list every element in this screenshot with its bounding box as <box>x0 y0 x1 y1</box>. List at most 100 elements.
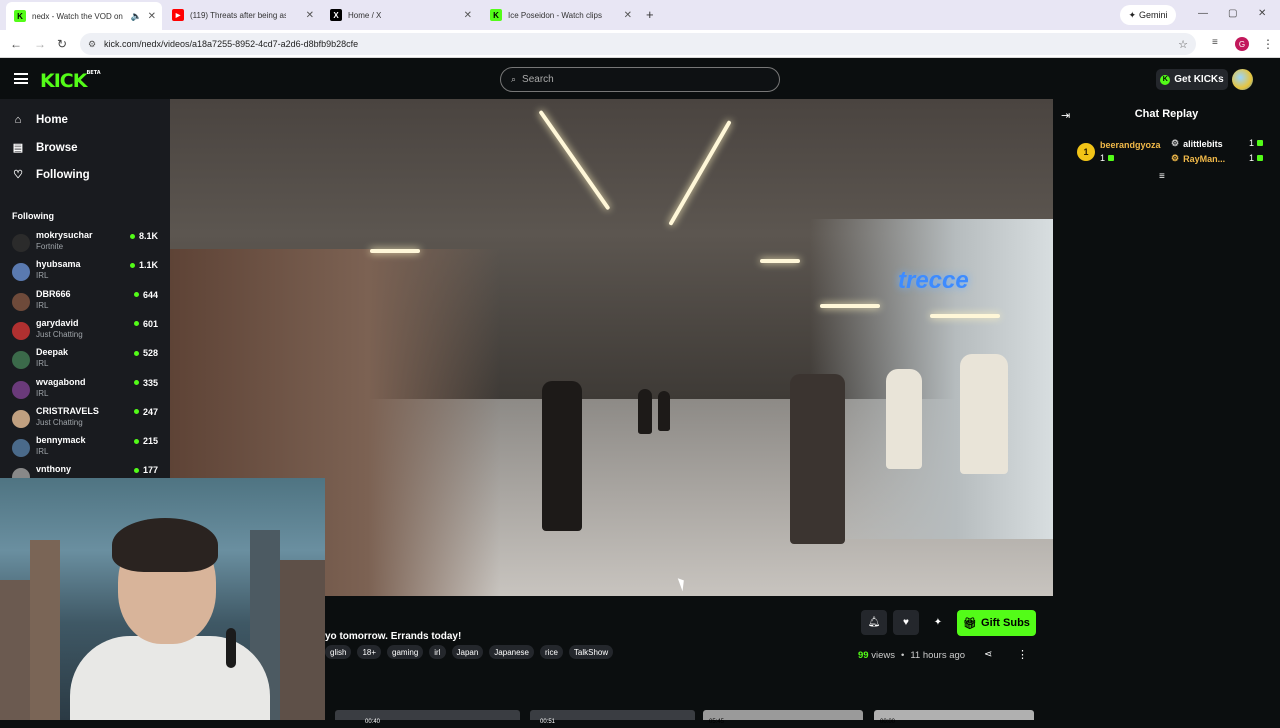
maximize-icon[interactable]: ▢ <box>1228 8 1237 19</box>
close-tab-icon[interactable]: ✕ <box>148 11 156 22</box>
following-item[interactable]: Deepak IRL 528 <box>12 347 162 373</box>
search-box[interactable]: ⌕ <box>500 67 780 92</box>
channel-name: Deepak <box>36 347 69 358</box>
close-window-icon[interactable]: ✕ <box>1258 8 1266 19</box>
notification-bell-button[interactable]: 🔔︎ <box>861 610 887 635</box>
gemini-star-icon: ✦ <box>1128 9 1137 20</box>
related-video-thumbnail[interactable]: 00:00 <box>874 710 1034 725</box>
following-item[interactable]: wvagabond IRL 335 <box>12 377 162 403</box>
channel-name: mokrysuchar <box>36 230 93 240</box>
kick-logo[interactable]: KICKBETA <box>40 70 101 92</box>
channel-category: IRL <box>36 388 49 398</box>
viewer-count: 335 <box>133 378 158 388</box>
get-kicks-button[interactable]: K Get KICKs <box>1156 69 1228 90</box>
channel-category: IRL <box>36 300 49 310</box>
heart-icon: ♥ <box>903 617 909 628</box>
url-field[interactable]: ⚙ kick.com/nedx/videos/a18a7255-8952-4cd… <box>80 33 1196 55</box>
speaker-icon[interactable]: 🔈 <box>131 11 142 22</box>
viewer-count: 1.1K <box>129 260 158 270</box>
sidebar-item-following[interactable]: ♡ Following <box>12 168 90 182</box>
browser-menu-icon[interactable]: ⋮ <box>1262 37 1274 51</box>
gemini-button[interactable]: ✦ Gemini <box>1120 5 1176 25</box>
sparkle-icon: ✦ <box>933 617 943 628</box>
user-avatar[interactable] <box>1232 69 1253 90</box>
channel-category: IRL <box>36 447 49 457</box>
browse-icon: ▤ <box>12 142 24 154</box>
related-video-thumbnail[interactable]: 00:40 <box>335 710 520 725</box>
home-icon: ⌂ <box>14 114 22 126</box>
live-dot-icon <box>133 380 139 385</box>
chat-user-top[interactable]: beerandgyoza <box>1100 140 1161 150</box>
tab-youtube[interactable]: ▶ (119) Threats after being assau ✕ <box>164 4 320 26</box>
tab-x[interactable]: X Home / X ✕ <box>322 4 478 26</box>
avatar <box>12 351 30 370</box>
viewer-count: 601 <box>133 319 158 329</box>
close-tab-icon[interactable]: ✕ <box>306 10 314 21</box>
new-tab-icon[interactable]: + <box>646 7 654 22</box>
video-title: yo tomorrow. Errands today! <box>325 631 462 642</box>
avatar <box>12 321 30 340</box>
reload-icon[interactable]: ↻ <box>57 37 67 51</box>
close-tab-icon[interactable]: ✕ <box>624 10 632 21</box>
site-info-icon[interactable]: ⚙ <box>88 39 96 50</box>
scroll-down-icon[interactable]: ≡ <box>1159 171 1165 182</box>
time-ago: 11 hours ago <box>910 650 966 661</box>
tab-label: Home / X <box>348 10 382 20</box>
live-dot-icon <box>133 409 139 415</box>
sparkle-button[interactable]: ✦ <box>925 610 951 635</box>
more-options-icon[interactable]: ⋮ <box>1017 648 1028 661</box>
live-dot-icon <box>133 467 139 473</box>
channel-name: garydavid <box>36 317 79 328</box>
following-item[interactable]: DBR666 IRL 644 <box>12 289 162 315</box>
gift-subs-button[interactable]: 🎁︎ Gift Subs <box>957 610 1036 636</box>
tag[interactable]: irl <box>429 645 446 659</box>
chat-user[interactable]: ⚙ RayMan... <box>1171 153 1225 164</box>
sidebar-item-home[interactable]: ⌂ Home <box>12 114 68 126</box>
tab-kick-vod[interactable]: K nedx - Watch the VOD on 🔈 ✕ <box>6 2 162 30</box>
tag[interactable]: TalkShow <box>568 645 614 659</box>
follow-button[interactable]: ♥ <box>893 610 919 635</box>
channel-category: Just Chatting <box>36 329 83 339</box>
chat-user[interactable]: ⚙ alittlebits <box>1171 138 1223 149</box>
get-kicks-label: Get KICKs <box>1174 74 1224 85</box>
sidebar: ⌂ Home ▤ Browse ♡ Following Following mo… <box>0 99 170 487</box>
following-item[interactable]: hyubsama IRL 1.1K <box>12 259 162 285</box>
back-icon[interactable]: ← <box>10 37 22 51</box>
profile-avatar[interactable]: G <box>1235 37 1249 51</box>
chat-user-count: 1 <box>1249 138 1264 148</box>
viewer-count: 215 <box>133 436 158 446</box>
following-item[interactable]: CRISTRAVELS Just Chatting 247 <box>12 406 162 432</box>
webcam-overlay <box>0 478 325 720</box>
tag[interactable]: 18+ <box>357 645 382 659</box>
x-favicon-icon: X <box>330 9 342 21</box>
bookmark-star-icon[interactable]: ☆ <box>1178 38 1188 51</box>
search-icon: ⌕ <box>511 74 517 84</box>
following-item[interactable]: bennymack IRL 215 <box>12 435 162 461</box>
sidebar-item-browse[interactable]: ▤ Browse <box>12 141 78 155</box>
heart-icon: ♡ <box>13 169 23 181</box>
search-input[interactable] <box>522 74 763 85</box>
tag[interactable]: Japan <box>451 645 484 659</box>
related-video-thumbnail[interactable]: 00:51 <box>530 710 695 725</box>
following-item[interactable]: mokrysuchar Fortnite 8.1K <box>12 230 162 256</box>
tab-label: Ice Poseidon - Watch clips on <box>508 10 604 20</box>
avatar <box>12 234 30 252</box>
gemini-label: Gemini <box>1139 10 1168 20</box>
related-video-thumbnail[interactable]: 05:45 <box>703 710 863 725</box>
forward-icon[interactable]: → <box>34 37 46 51</box>
tab-ice-poseidon[interactable]: K Ice Poseidon - Watch clips on ✕ <box>482 4 638 26</box>
avatar <box>12 439 30 458</box>
chat-panel: ⇥ Chat Replay 1 beerandgyoza 1 ⚙ alittle… <box>1053 99 1280 720</box>
tag[interactable]: rice <box>540 645 563 659</box>
following-item[interactable]: garydavid Just Chatting 601 <box>12 318 162 344</box>
tag[interactable]: gaming <box>387 645 424 659</box>
chat-user-count: 1 <box>1100 153 1115 163</box>
tag[interactable]: Japanese <box>489 645 534 659</box>
hamburger-menu-icon[interactable] <box>14 73 28 84</box>
share-icon[interactable]: ⋖ <box>984 649 992 660</box>
minimize-icon[interactable]: — <box>1198 8 1208 19</box>
close-tab-icon[interactable]: ✕ <box>464 10 472 21</box>
url-text: kick.com/nedx/videos/a18a7255-8952-4cd7-… <box>104 39 359 49</box>
tag[interactable]: glish <box>325 645 352 659</box>
media-control-icon[interactable]: ≡ <box>1212 37 1218 48</box>
